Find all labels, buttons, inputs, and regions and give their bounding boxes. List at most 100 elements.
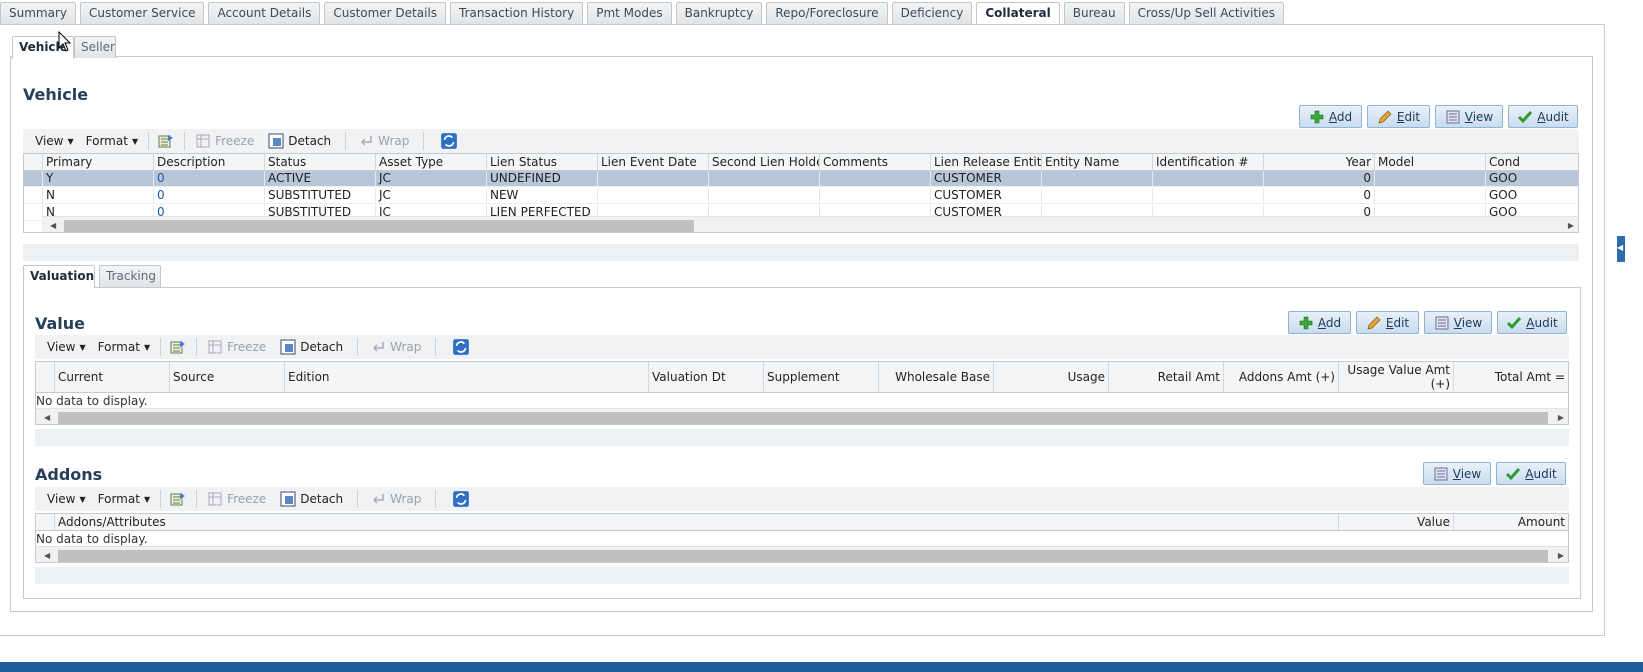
scroll-left-icon[interactable]: ◀ xyxy=(44,547,50,562)
column-header[interactable]: Usage Value Amt (+) xyxy=(1338,362,1453,392)
subtab-seller[interactable]: Seller xyxy=(74,36,116,58)
value-horizontal-scrollbar[interactable]: ◀ ▶ xyxy=(36,408,1568,424)
column-header[interactable]: Addons Amt (+) xyxy=(1223,362,1338,392)
column-header[interactable]: Usage xyxy=(993,362,1108,392)
column-header[interactable]: Wholesale Base xyxy=(878,362,993,392)
vehicle-view-menu[interactable]: View ▼ xyxy=(35,134,74,148)
refresh-icon[interactable] xyxy=(452,338,470,356)
cell-entity-name xyxy=(1041,171,1152,187)
scroll-right-icon[interactable]: ▶ xyxy=(1568,217,1574,232)
value-format-menu[interactable]: Format ▼ xyxy=(98,340,150,354)
column-header[interactable]: Addons/Attributes xyxy=(54,514,1338,530)
export-icon[interactable] xyxy=(158,133,174,149)
tab-transaction-history[interactable]: Transaction History xyxy=(450,2,584,24)
addons-detach-button[interactable]: Detach xyxy=(280,491,343,507)
value-view-button[interactable]: View xyxy=(1424,311,1492,334)
vehicle-format-menu[interactable]: Format ▼ xyxy=(86,134,138,148)
toolbar-divider xyxy=(345,132,347,150)
cell-status: ACTIVE xyxy=(264,171,375,187)
tab-tracking[interactable]: Tracking xyxy=(99,265,161,287)
column-header[interactable]: Year xyxy=(1263,154,1374,170)
scrollbar-thumb[interactable] xyxy=(64,220,694,232)
column-header[interactable]: Lien Status xyxy=(486,154,597,170)
tab-summary[interactable]: Summary xyxy=(0,2,76,24)
column-header[interactable]: Asset Type xyxy=(375,154,486,170)
cell-comments xyxy=(819,188,930,204)
column-header[interactable]: Total Amt = xyxy=(1453,362,1568,392)
addons-horizontal-scrollbar[interactable]: ◀ ▶ xyxy=(36,546,1568,562)
column-header[interactable]: Lien Event Date xyxy=(597,154,708,170)
chevron-down-icon: ▼ xyxy=(79,342,86,352)
value-grid-header: Current Source Edition Valuation Dt Supp… xyxy=(36,362,1568,393)
tab-cross-up-sell[interactable]: Cross/Up Sell Activities xyxy=(1128,2,1285,24)
export-icon[interactable] xyxy=(170,491,186,507)
scroll-right-icon[interactable]: ▶ xyxy=(1558,409,1564,424)
column-header[interactable]: Supplement xyxy=(763,362,878,392)
table-row[interactable]: Y 0 ACTIVE JC UNDEFINED CUSTOMER 0 GOO xyxy=(24,171,1578,187)
column-header[interactable]: Value xyxy=(1338,514,1453,530)
tab-deficiency[interactable]: Deficiency xyxy=(891,2,973,24)
column-header[interactable]: Edition xyxy=(284,362,648,392)
addons-view-menu[interactable]: View ▼ xyxy=(47,492,86,506)
vehicle-view-label: View xyxy=(1464,109,1494,124)
vehicle-audit-button[interactable]: Audit xyxy=(1508,105,1578,128)
value-wrap-button[interactable]: Wrap xyxy=(370,339,421,355)
column-header[interactable]: Status xyxy=(264,154,375,170)
tab-bureau[interactable]: Bureau xyxy=(1063,2,1125,24)
scrollbar-thumb[interactable] xyxy=(58,412,1548,424)
scroll-left-icon[interactable]: ◀ xyxy=(50,217,56,232)
toolbar-divider xyxy=(435,490,437,508)
tab-bankruptcy[interactable]: Bankruptcy xyxy=(675,2,763,24)
tab-customer-service[interactable]: Customer Service xyxy=(80,2,205,24)
column-header[interactable]: Valuation Dt xyxy=(648,362,763,392)
vehicle-edit-button[interactable]: Edit xyxy=(1367,105,1430,128)
column-header[interactable]: Amount xyxy=(1453,514,1568,530)
scroll-right-icon[interactable]: ▶ xyxy=(1558,547,1564,562)
addons-wrap-button[interactable]: Wrap xyxy=(370,491,421,507)
vehicle-freeze-button[interactable]: Freeze xyxy=(195,133,254,149)
refresh-icon[interactable] xyxy=(452,490,470,508)
checkmark-icon xyxy=(1507,316,1522,329)
scrollbar-thumb[interactable] xyxy=(58,550,1548,562)
value-view-menu[interactable]: View ▼ xyxy=(47,340,86,354)
column-header[interactable]: Retail Amt xyxy=(1108,362,1223,392)
cell-lien-release-entity: CUSTOMER xyxy=(930,188,1041,204)
value-add-button[interactable]: Add xyxy=(1288,311,1351,334)
column-header[interactable]: Primary xyxy=(42,154,153,170)
cell-description-link[interactable]: 0 xyxy=(153,171,264,187)
scroll-left-icon[interactable]: ◀ xyxy=(44,409,50,424)
tab-collateral[interactable]: Collateral xyxy=(976,2,1060,25)
addons-freeze-button[interactable]: Freeze xyxy=(207,491,266,507)
addons-format-menu[interactable]: Format ▼ xyxy=(98,492,150,506)
column-header[interactable]: Model xyxy=(1374,154,1485,170)
tab-repo-foreclosure[interactable]: Repo/Foreclosure xyxy=(766,2,888,24)
addons-audit-button[interactable]: Audit xyxy=(1496,462,1566,485)
cell-description-link[interactable]: 0 xyxy=(153,188,264,204)
column-header[interactable]: Cond xyxy=(1485,154,1578,170)
column-header[interactable]: Comments xyxy=(819,154,930,170)
value-audit-button[interactable]: Audit xyxy=(1497,311,1567,334)
tab-account-details[interactable]: Account Details xyxy=(208,2,321,24)
value-freeze-button[interactable]: Freeze xyxy=(207,339,266,355)
tab-pmt-modes[interactable]: Pmt Modes xyxy=(587,2,672,24)
vehicle-add-button[interactable]: Add xyxy=(1299,105,1362,128)
column-header[interactable]: Current xyxy=(54,362,169,392)
export-icon[interactable] xyxy=(170,339,186,355)
tab-customer-details[interactable]: Customer Details xyxy=(324,2,447,24)
tab-valuation[interactable]: Valuation xyxy=(23,265,95,288)
column-header[interactable]: Description xyxy=(153,154,264,170)
addons-view-button[interactable]: View xyxy=(1423,462,1491,485)
column-header[interactable]: Source xyxy=(169,362,284,392)
refresh-icon[interactable] xyxy=(440,132,458,150)
vehicle-detach-button[interactable]: Detach xyxy=(268,133,331,149)
column-header[interactable]: Identification # xyxy=(1152,154,1263,170)
vehicle-horizontal-scrollbar[interactable]: ◀ ▶ xyxy=(42,216,1578,232)
value-edit-button[interactable]: Edit xyxy=(1356,311,1419,334)
column-header[interactable]: Entity Name xyxy=(1041,154,1152,170)
vehicle-wrap-button[interactable]: Wrap xyxy=(358,133,409,149)
column-header[interactable]: Second Lien Holder xyxy=(708,154,819,170)
value-detach-button[interactable]: Detach xyxy=(280,339,343,355)
column-header[interactable]: Lien Release Entity xyxy=(930,154,1041,170)
vehicle-view-button[interactable]: View xyxy=(1435,105,1503,128)
table-row[interactable]: N 0 SUBSTITUTED JC NEW CUSTOMER 0 GOO xyxy=(24,188,1578,204)
